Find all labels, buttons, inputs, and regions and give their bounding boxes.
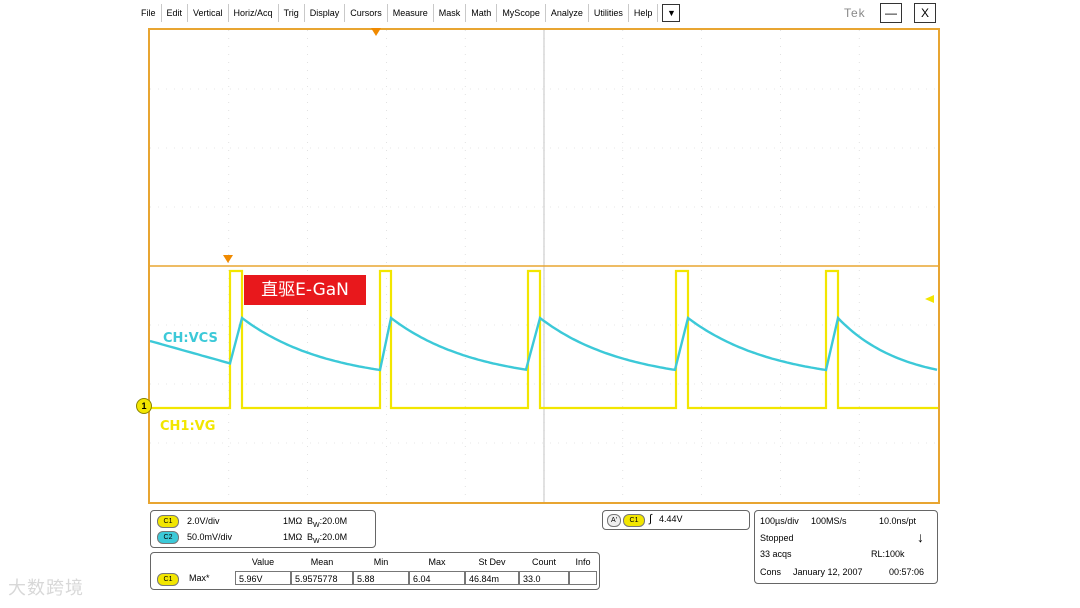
waveform-area bbox=[150, 30, 938, 502]
close-button[interactable]: X bbox=[914, 3, 936, 23]
ch2-scale: 50.0mV/div bbox=[187, 532, 233, 542]
channel-panel[interactable]: C1 2.0V/div 1MΩ BW:20.0M C2 50.0mV/div 1… bbox=[150, 510, 376, 548]
meas-min: 5.88 bbox=[353, 571, 409, 585]
ch1-badge[interactable]: C1 bbox=[157, 515, 179, 528]
scope-display[interactable] bbox=[148, 28, 940, 504]
ch-vg-label: CH1:VG bbox=[160, 419, 216, 434]
trigger-panel[interactable]: A' C1 ∫ 4.44V bbox=[602, 510, 750, 530]
meas-header-value: Value bbox=[251, 557, 275, 567]
channel-row-1[interactable]: C1 2.0V/div 1MΩ BW:20.0M bbox=[157, 515, 347, 529]
menu-cursors[interactable]: Cursors bbox=[345, 4, 388, 22]
measurement-row[interactable]: C1 Max* 5.96V 5.9575778 5.88 6.04 46.84m… bbox=[151, 571, 599, 586]
trigger-point-marker bbox=[223, 255, 233, 263]
trigger-ref-badge: A' bbox=[607, 514, 621, 527]
stopped-arrow-icon: ↓ bbox=[917, 529, 924, 545]
meas-count: 33.0 bbox=[519, 571, 569, 585]
ch2-bandwidth: BW:20.0M bbox=[307, 532, 347, 545]
ch1-ground-marker[interactable]: 1 bbox=[136, 398, 152, 414]
bw-value: :20.0M bbox=[319, 516, 348, 526]
menu-mask[interactable]: Mask bbox=[434, 4, 467, 22]
meas-info bbox=[569, 571, 597, 585]
watermark-logo: 大数跨境 bbox=[8, 578, 84, 599]
meas-header-mean: Mean bbox=[310, 557, 334, 567]
menu-dropdown-button[interactable]: ▼ bbox=[662, 4, 681, 22]
ch2-impedance: 1MΩ bbox=[283, 532, 303, 542]
meas-value: 5.96V bbox=[235, 571, 291, 585]
menu-help[interactable]: Help bbox=[629, 4, 659, 22]
meas-header-info: Info bbox=[575, 557, 591, 567]
trigger-position-marker[interactable] bbox=[371, 28, 381, 36]
rising-edge-icon: ∫ bbox=[649, 513, 653, 525]
trigger-level-arrow[interactable] bbox=[925, 295, 934, 303]
meas-source-badge[interactable]: C1 bbox=[157, 573, 179, 586]
acq-state: Stopped bbox=[760, 533, 794, 543]
meas-stdev: 46.84m bbox=[465, 571, 519, 585]
ch2-badge[interactable]: C2 bbox=[157, 531, 179, 544]
meas-name: Max* bbox=[189, 573, 210, 583]
meas-header-count: Count bbox=[531, 557, 557, 567]
menu-utilities[interactable]: Utilities bbox=[589, 4, 629, 22]
menu-vertical[interactable]: Vertical bbox=[188, 4, 229, 22]
record-length: RL:100k bbox=[871, 549, 905, 559]
meas-max: 6.04 bbox=[409, 571, 465, 585]
menu-file[interactable]: File bbox=[136, 4, 162, 22]
trigger-source-badge[interactable]: C1 bbox=[623, 514, 645, 527]
ch2-waveform bbox=[150, 315, 938, 372]
minimize-button[interactable]: — bbox=[880, 3, 902, 23]
meas-header-max: Max bbox=[428, 557, 446, 567]
trigger-level: 4.44V bbox=[659, 514, 683, 524]
acquisition-panel[interactable]: 100µs/div 100MS/s 10.0ns/pt Stopped ↓ 33… bbox=[754, 510, 938, 584]
menu-horizacq[interactable]: Horiz/Acq bbox=[229, 4, 279, 22]
measurement-panel[interactable]: Value Mean Min Max St Dev Count Info C1 Max* 5… bbox=[150, 552, 600, 590]
ch1-scale: 2.0V/div bbox=[187, 516, 220, 526]
menu-bar: File Edit Vertical Horiz/Acq Trig Display Curs… bbox=[136, 2, 681, 24]
annotation-label: 直驱E-GaN bbox=[244, 275, 366, 305]
bw-sub: W bbox=[313, 537, 320, 545]
menu-edit[interactable]: Edit bbox=[162, 4, 189, 22]
acq-count: 33 acqs bbox=[760, 549, 792, 559]
acq-time: 00:57:06 bbox=[889, 567, 925, 577]
channel-row-2[interactable]: C2 50.0mV/div 1MΩ BW:20.0M bbox=[157, 531, 347, 545]
meas-header-min: Min bbox=[373, 557, 389, 567]
menu-myscope[interactable]: MyScope bbox=[497, 4, 546, 22]
ch1-bandwidth: BW:20.0M bbox=[307, 516, 347, 529]
sample-rate: 100MS/s bbox=[811, 516, 847, 526]
menu-display[interactable]: Display bbox=[305, 4, 346, 22]
meas-header-st-dev: St Dev bbox=[478, 557, 506, 567]
menu-measure[interactable]: Measure bbox=[388, 4, 434, 22]
ch-vcs-label: CH:VCS bbox=[163, 331, 218, 346]
measurement-header-row: Value Mean Min Max St Dev Count Info bbox=[151, 557, 599, 571]
ch1-impedance: 1MΩ bbox=[283, 516, 303, 526]
acq-mode: Cons bbox=[760, 567, 782, 577]
meas-mean: 5.9575778 bbox=[291, 571, 353, 585]
resolution: 10.0ns/pt bbox=[879, 516, 917, 526]
menu-math[interactable]: Math bbox=[466, 4, 498, 22]
bw-value: :20.0M bbox=[319, 532, 348, 542]
acq-date: January 12, 2007 bbox=[793, 567, 863, 577]
menu-trig[interactable]: Trig bbox=[279, 4, 305, 22]
timebase: 100µs/div bbox=[760, 516, 799, 526]
bw-sub: W bbox=[313, 521, 320, 529]
tek-logo: Tek bbox=[844, 6, 866, 20]
menu-analyze[interactable]: Analyze bbox=[546, 4, 589, 22]
